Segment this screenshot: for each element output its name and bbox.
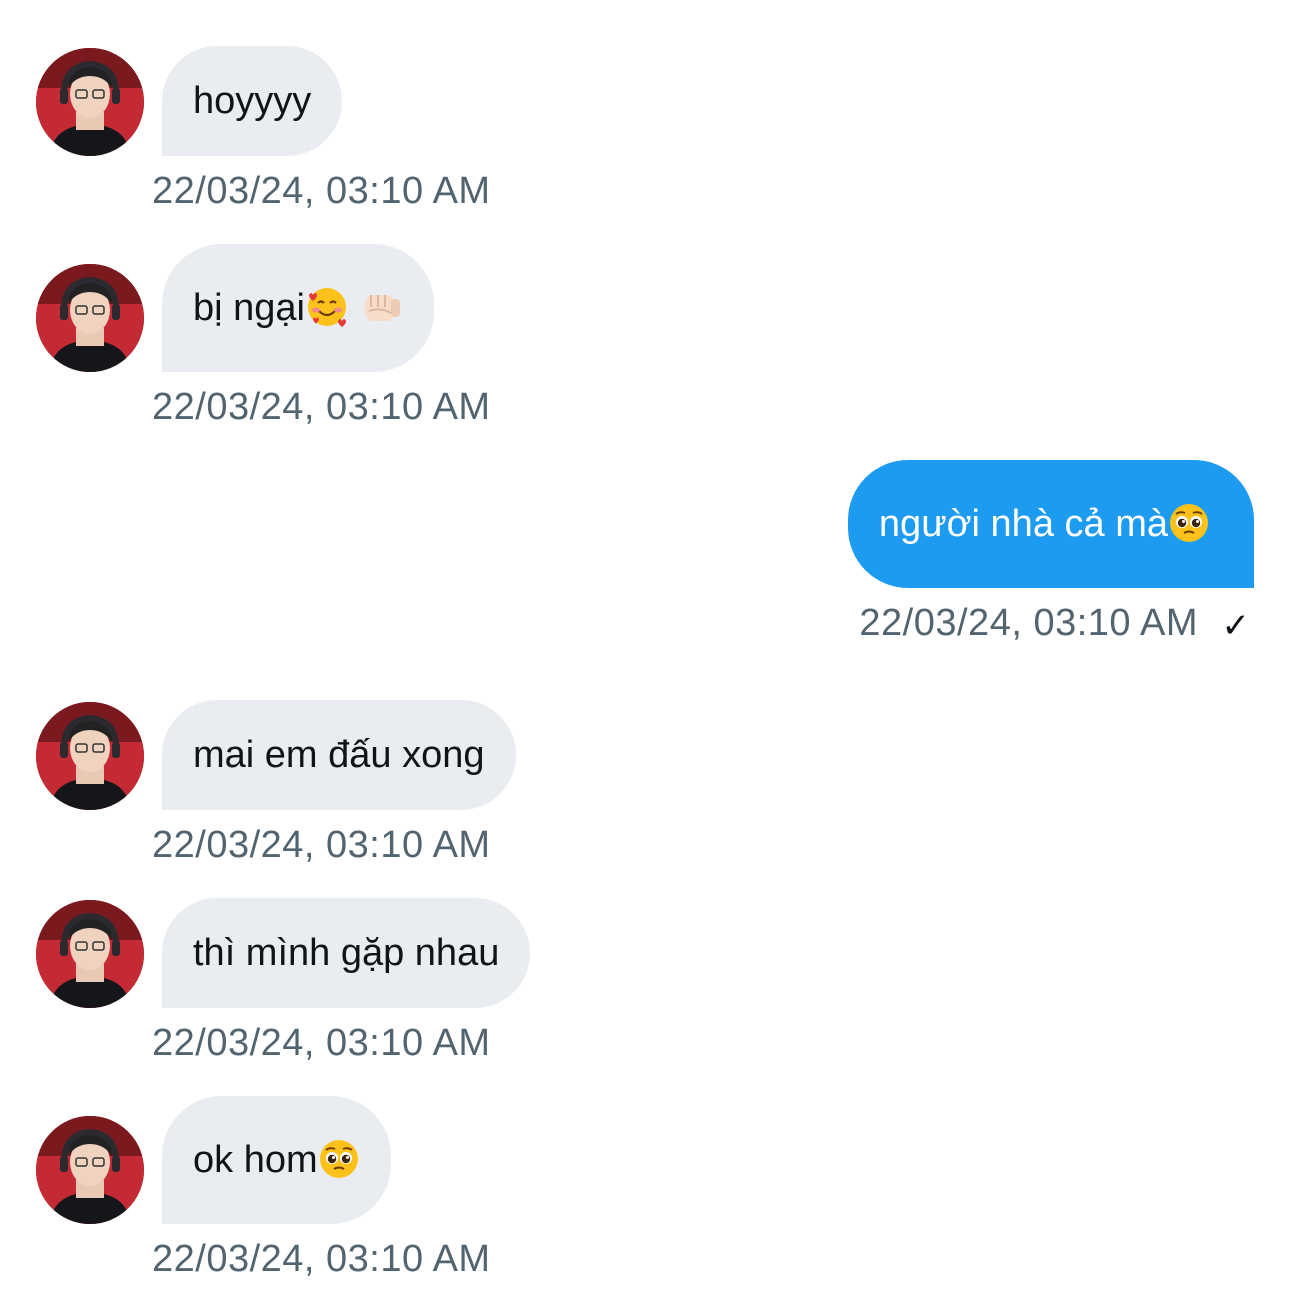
avatar[interactable] (36, 702, 144, 810)
message-text: hoyyyy (193, 80, 312, 122)
avatar[interactable] (36, 900, 144, 1008)
person-avatar-icon (36, 900, 144, 1008)
message-timestamp: 22/03/24, 03:10 AM (859, 602, 1198, 644)
avatar[interactable] (36, 264, 144, 372)
check-icon: ✓ (1221, 607, 1251, 645)
person-avatar-icon (36, 702, 144, 810)
message-text: ok hom (193, 1139, 318, 1181)
avatar[interactable] (36, 1116, 144, 1224)
pleading-face-icon (319, 1139, 358, 1178)
message-text: bị ngại (193, 287, 305, 329)
person-avatar-icon (36, 48, 144, 156)
message-bubble[interactable]: thì mình gặp nhau (162, 898, 531, 1008)
message-text: người nhà cả mà (878, 503, 1168, 545)
message-bubble[interactable]: hoyyyy (162, 46, 343, 156)
smiling-face-with-hearts-icon (307, 287, 346, 327)
message-timestamp: 22/03/24, 03:10 AM (152, 1238, 491, 1280)
message-text: mai em đấu xong (193, 734, 485, 776)
person-avatar-icon (36, 264, 144, 372)
message-bubble[interactable]: mai em đấu xong (162, 700, 516, 810)
avatar[interactable] (36, 48, 144, 156)
message-bubble[interactable]: bị ngại (162, 244, 434, 372)
pleading-face-icon (1170, 503, 1208, 542)
message-timestamp: 22/03/24, 03:10 AM (152, 824, 491, 866)
message-timestamp: 22/03/24, 03:10 AM (152, 1022, 491, 1064)
message-timestamp: 22/03/24, 03:10 AM (152, 170, 491, 212)
message-bubble[interactable]: ok hom (162, 1096, 391, 1224)
message-bubble-outgoing[interactable]: người nhà cả mà (847, 460, 1254, 588)
message-text: thì mình gặp nhau (193, 932, 500, 974)
fist-bump-icon (364, 294, 400, 321)
message-timestamp: 22/03/24, 03:10 AM (152, 386, 491, 428)
dm-thread: hoyyyy 22/03/24, 03:10 AM bị ngại 22/03/… (0, 0, 1290, 1306)
person-avatar-icon (36, 1116, 144, 1224)
